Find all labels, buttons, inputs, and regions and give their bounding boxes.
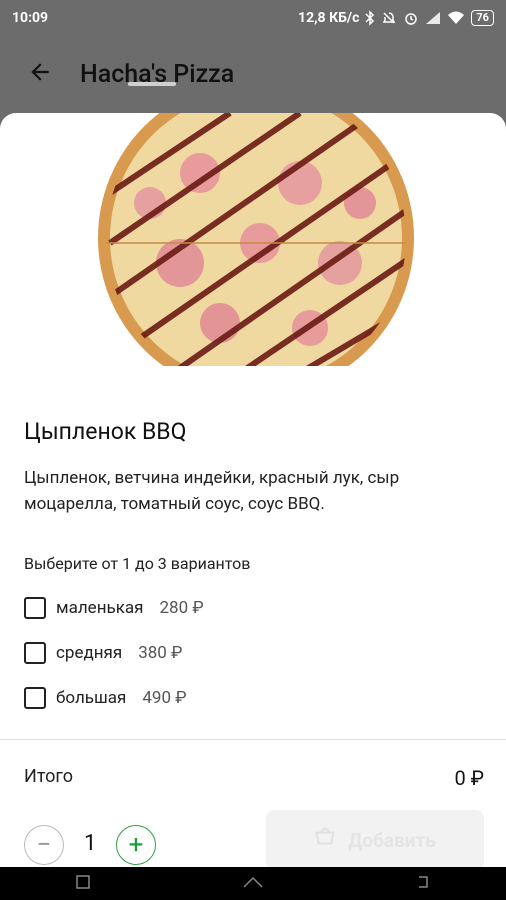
checkbox[interactable] — [24, 597, 46, 619]
option-medium[interactable]: средняя 380 ₽ — [24, 642, 182, 664]
option-label: большая — [56, 688, 127, 708]
system-nav-bar — [0, 867, 506, 900]
increase-quantity-button[interactable]: + — [116, 825, 156, 865]
battery-icon: 76 — [471, 10, 494, 26]
recent-apps-icon[interactable] — [75, 874, 91, 894]
option-label: средняя — [56, 643, 123, 663]
checkbox[interactable] — [24, 687, 46, 709]
product-description: Цыпленок, ветчина индейки, красный лук, … — [24, 468, 400, 514]
option-large[interactable]: большая 490 ₽ — [24, 687, 187, 709]
total-value: 0 ₽ — [454, 766, 484, 790]
add-button-label: Добавить — [348, 828, 436, 852]
quantity-value: 1 — [84, 831, 97, 856]
alarm-icon — [403, 10, 419, 26]
option-label: маленькая — [56, 598, 144, 618]
status-time: 10:09 — [12, 10, 49, 26]
home-icon[interactable] — [242, 874, 264, 893]
decrease-quantity-button[interactable]: − — [24, 825, 64, 865]
wifi-icon — [447, 11, 465, 25]
divider — [0, 739, 506, 740]
choose-hint: Выберите от 1 до 3 вариантов — [24, 554, 251, 573]
cart-icon — [314, 827, 336, 854]
option-price: 380 ₽ — [138, 643, 183, 663]
checkbox[interactable] — [24, 642, 46, 664]
option-small[interactable]: маленькая 280 ₽ — [24, 597, 204, 619]
status-bar: 10:09 12,8 КБ/с 76 — [0, 0, 506, 36]
product-sheet: Цыпленок BBQ Цыпленок, ветчина индейки, … — [0, 113, 506, 867]
sheet-drag-handle[interactable] — [128, 82, 176, 86]
back-icon[interactable] — [415, 874, 431, 894]
option-price: 280 ₽ — [159, 598, 204, 618]
signal-icon — [425, 11, 441, 25]
network-speed: 12,8 КБ/с — [298, 10, 360, 26]
arrow-back-icon — [27, 59, 53, 89]
status-icons: 12,8 КБ/с 76 — [298, 10, 494, 26]
add-to-cart-button[interactable]: Добавить — [266, 810, 484, 867]
total-label: Итого — [24, 766, 74, 787]
do-not-disturb-icon — [381, 10, 397, 26]
app-bar: Hacha's Pizza — [0, 36, 506, 112]
back-button[interactable] — [0, 36, 80, 112]
option-price: 490 ₽ — [142, 688, 187, 708]
pizza-bbq-image — [0, 113, 506, 366]
bluetooth-icon — [365, 10, 375, 26]
product-title: Цыпленок BBQ — [24, 418, 187, 445]
